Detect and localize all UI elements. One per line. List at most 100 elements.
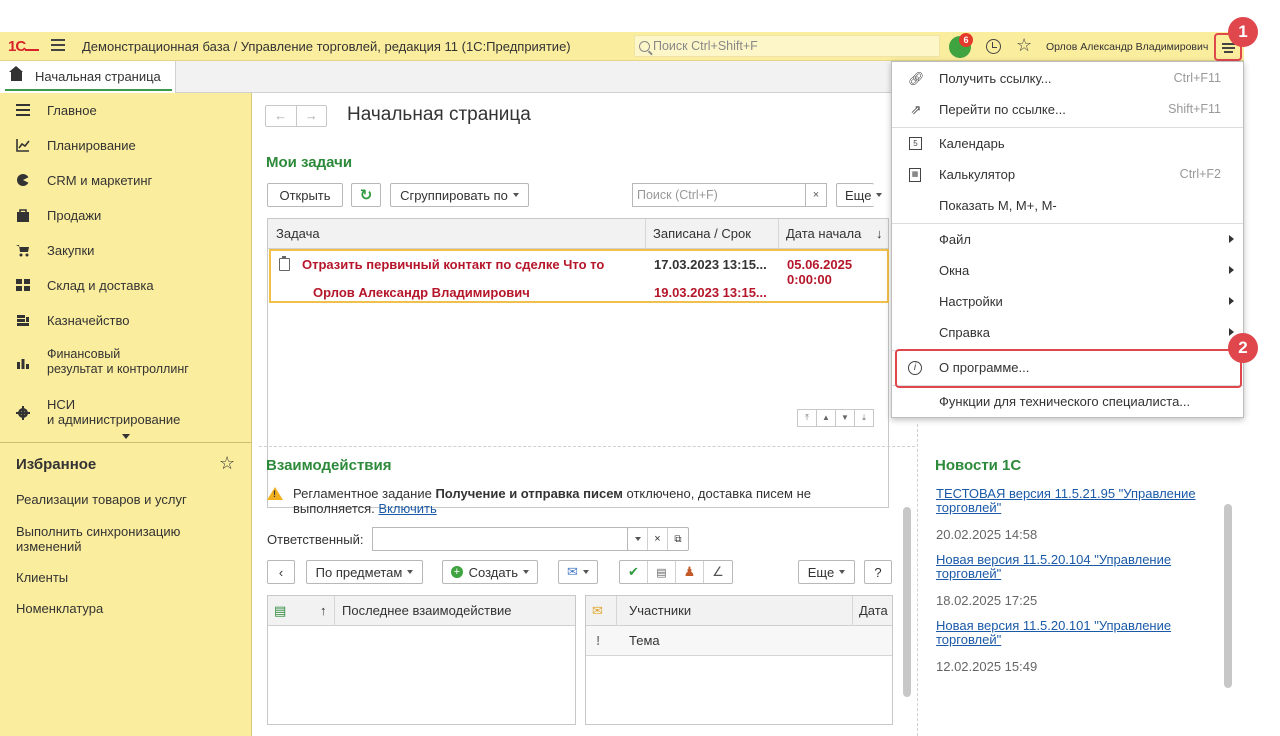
interactions-right-table: ✉ Участники Дата ! Тема bbox=[585, 595, 893, 725]
last-page-button[interactable]: ⤓ bbox=[854, 409, 874, 427]
about-highlight bbox=[895, 349, 1242, 388]
clear-search-button[interactable]: × bbox=[805, 183, 827, 207]
sort-asc-icon: ↑ bbox=[320, 603, 327, 618]
table-pager: ⤒ ▲ ▼ ⤓ bbox=[797, 409, 874, 427]
help-button[interactable]: ? bbox=[864, 560, 892, 584]
favorite-item[interactable]: Клиенты bbox=[16, 570, 236, 585]
global-search-input[interactable]: Поиск Ctrl+Shift+F bbox=[634, 35, 940, 57]
check-icon[interactable]: ✔ bbox=[620, 561, 648, 583]
clear-icon[interactable]: × bbox=[648, 528, 668, 550]
sidebar-item-planning[interactable]: Планирование bbox=[0, 131, 252, 161]
submenu-arrow-icon bbox=[1229, 297, 1234, 305]
mail-icon: ✉ bbox=[567, 564, 578, 579]
go-link-icon: ⇗ bbox=[910, 102, 922, 117]
sidebar-item-admin[interactable]: НСИ и администрирование bbox=[0, 395, 252, 431]
sidebar-item-main[interactable]: Главное bbox=[0, 96, 252, 126]
edit-icon[interactable]: ∠ bbox=[704, 561, 732, 583]
mail-warning: Регламентное задание Получение и отправк… bbox=[293, 486, 811, 516]
interactions-more-button[interactable]: Еще bbox=[798, 560, 855, 584]
responsible-controls: × ⧉ bbox=[627, 527, 689, 551]
interaction-actions: ✔ ▤ ♟ ∠ bbox=[619, 560, 733, 584]
by-subject-button[interactable]: По предметам bbox=[306, 560, 423, 584]
sidebar-item-treasury[interactable]: Казначейство bbox=[0, 306, 252, 336]
group-by-button[interactable]: Сгруппировать по bbox=[390, 183, 529, 207]
sidebar-item-sales[interactable]: Продажи bbox=[0, 201, 252, 231]
bag-icon bbox=[17, 209, 29, 222]
search-icon bbox=[639, 40, 650, 52]
menu-item-help[interactable]: Справка bbox=[892, 317, 1243, 348]
menu-item-show-m[interactable]: Показать M, M+, M- bbox=[892, 190, 1243, 221]
news-scrollbar[interactable] bbox=[1224, 504, 1232, 688]
calculator-icon: ▦ bbox=[909, 168, 921, 182]
chart-icon bbox=[17, 359, 29, 369]
back-small-button[interactable]: ‹ bbox=[267, 560, 295, 584]
table-header: Задача Записана / Срок Дата начала ↓ bbox=[268, 219, 888, 249]
menu-item-settings[interactable]: Настройки bbox=[892, 286, 1243, 317]
menu-item-calendar[interactable]: 5 Календарь bbox=[892, 128, 1243, 159]
sidebar-item-finance[interactable]: Финансовый результат и контроллинг bbox=[0, 345, 252, 381]
favorites-title: Избранное bbox=[16, 456, 97, 473]
crm-icon bbox=[17, 174, 30, 186]
user-name[interactable]: Орлов Александр Владимирович bbox=[1046, 41, 1208, 53]
document-icon[interactable]: ▤ bbox=[648, 561, 676, 583]
importance-icon: ! bbox=[596, 633, 601, 648]
news-date: 20.02.2025 14:58 bbox=[936, 527, 1038, 542]
first-page-button[interactable]: ⤒ bbox=[797, 409, 817, 427]
tasks-search-input[interactable]: Поиск (Ctrl+F) bbox=[632, 183, 808, 207]
refresh-button[interactable]: ↻ bbox=[351, 183, 381, 207]
dropdown-icon[interactable] bbox=[628, 528, 648, 550]
open-form-icon[interactable]: ⧉ bbox=[668, 528, 688, 550]
favorite-item[interactable]: Номенклатура bbox=[16, 601, 236, 616]
interactions-scrollbar[interactable] bbox=[903, 507, 911, 697]
enable-link[interactable]: Включить bbox=[378, 501, 436, 516]
history-icon[interactable] bbox=[986, 39, 1001, 54]
interactions-left-table: ▤ ↑ Последнее взаимодействие bbox=[267, 595, 576, 725]
news-link[interactable]: Новая версия 11.5.20.104 "Управление тор… bbox=[936, 553, 1206, 581]
favorites-star-icon[interactable]: ☆ bbox=[1016, 35, 1032, 56]
interactions-title: Взаимодействия bbox=[266, 457, 392, 474]
sidebar-expand-toggle[interactable] bbox=[0, 429, 252, 443]
news-date: 18.02.2025 17:25 bbox=[936, 593, 1038, 608]
table-row[interactable]: Отразить первичный контакт по сделке Что… bbox=[269, 249, 889, 303]
menu-item-go-to-link[interactable]: ⇗ Перейти по ссылке... Shift+F11 bbox=[892, 94, 1243, 125]
person-icon[interactable]: ♟ bbox=[676, 561, 704, 583]
menu-item-windows[interactable]: Окна bbox=[892, 255, 1243, 286]
treasury-icon bbox=[17, 315, 29, 326]
back-button[interactable]: ← bbox=[266, 106, 297, 126]
app-title: Демонстрационная база / Управление торго… bbox=[82, 39, 571, 54]
news-link[interactable]: ТЕСТОВАЯ версия 11.5.21.95 "Управление т… bbox=[936, 487, 1206, 515]
calendar-icon: 5 bbox=[909, 137, 922, 150]
menu-item-get-link[interactable]: 🔗︎ Получить ссылку... Ctrl+F11 bbox=[892, 63, 1243, 94]
menu-item-calculator[interactable]: ▦ Калькулятор Ctrl+F2 bbox=[892, 159, 1243, 190]
news-link[interactable]: Новая версия 11.5.20.101 "Управление тор… bbox=[936, 619, 1206, 647]
sidebar-item-crm[interactable]: CRM и маркетинг bbox=[0, 166, 252, 196]
responsible-input[interactable] bbox=[372, 527, 628, 551]
gear-icon bbox=[16, 406, 30, 420]
forward-button[interactable]: → bbox=[297, 106, 327, 126]
sections-menu-icon[interactable] bbox=[51, 39, 65, 51]
submenu-arrow-icon bbox=[1229, 235, 1234, 243]
sidebar-item-warehouse[interactable]: Склад и доставка bbox=[0, 271, 252, 301]
sidebar-item-purchases[interactable]: Закупки bbox=[0, 236, 252, 266]
prev-page-button[interactable]: ▲ bbox=[816, 409, 836, 427]
planning-icon bbox=[16, 139, 30, 152]
submenu-arrow-icon bbox=[1229, 266, 1234, 274]
annotation-badge-2: 2 bbox=[1228, 333, 1258, 363]
open-button[interactable]: Открыть bbox=[267, 183, 343, 207]
tab-home[interactable]: Начальная страница bbox=[0, 61, 176, 93]
plus-icon: + bbox=[451, 566, 463, 578]
create-button[interactable]: + Создать bbox=[442, 560, 538, 584]
favorites-star-icon[interactable]: ☆ bbox=[219, 453, 235, 474]
news-date: 12.02.2025 15:49 bbox=[936, 659, 1038, 674]
menu-item-tech-functions[interactable]: Функции для технического специалиста... bbox=[892, 386, 1243, 417]
submenu-arrow-icon bbox=[1229, 328, 1234, 336]
menu-item-file[interactable]: Файл bbox=[892, 224, 1243, 255]
more-button[interactable]: Еще bbox=[836, 183, 883, 207]
next-page-button[interactable]: ▼ bbox=[835, 409, 855, 427]
notifications-icon[interactable]: 6 bbox=[949, 33, 973, 58]
favorite-item[interactable]: Выполнить синхронизацию изменений bbox=[16, 524, 236, 554]
page-title: Начальная страница bbox=[347, 104, 531, 125]
favorite-item[interactable]: Реализации товаров и услуг bbox=[16, 492, 236, 507]
app-logo[interactable]: 1С bbox=[8, 38, 40, 55]
mail-actions-button[interactable]: ✉ bbox=[558, 560, 598, 584]
